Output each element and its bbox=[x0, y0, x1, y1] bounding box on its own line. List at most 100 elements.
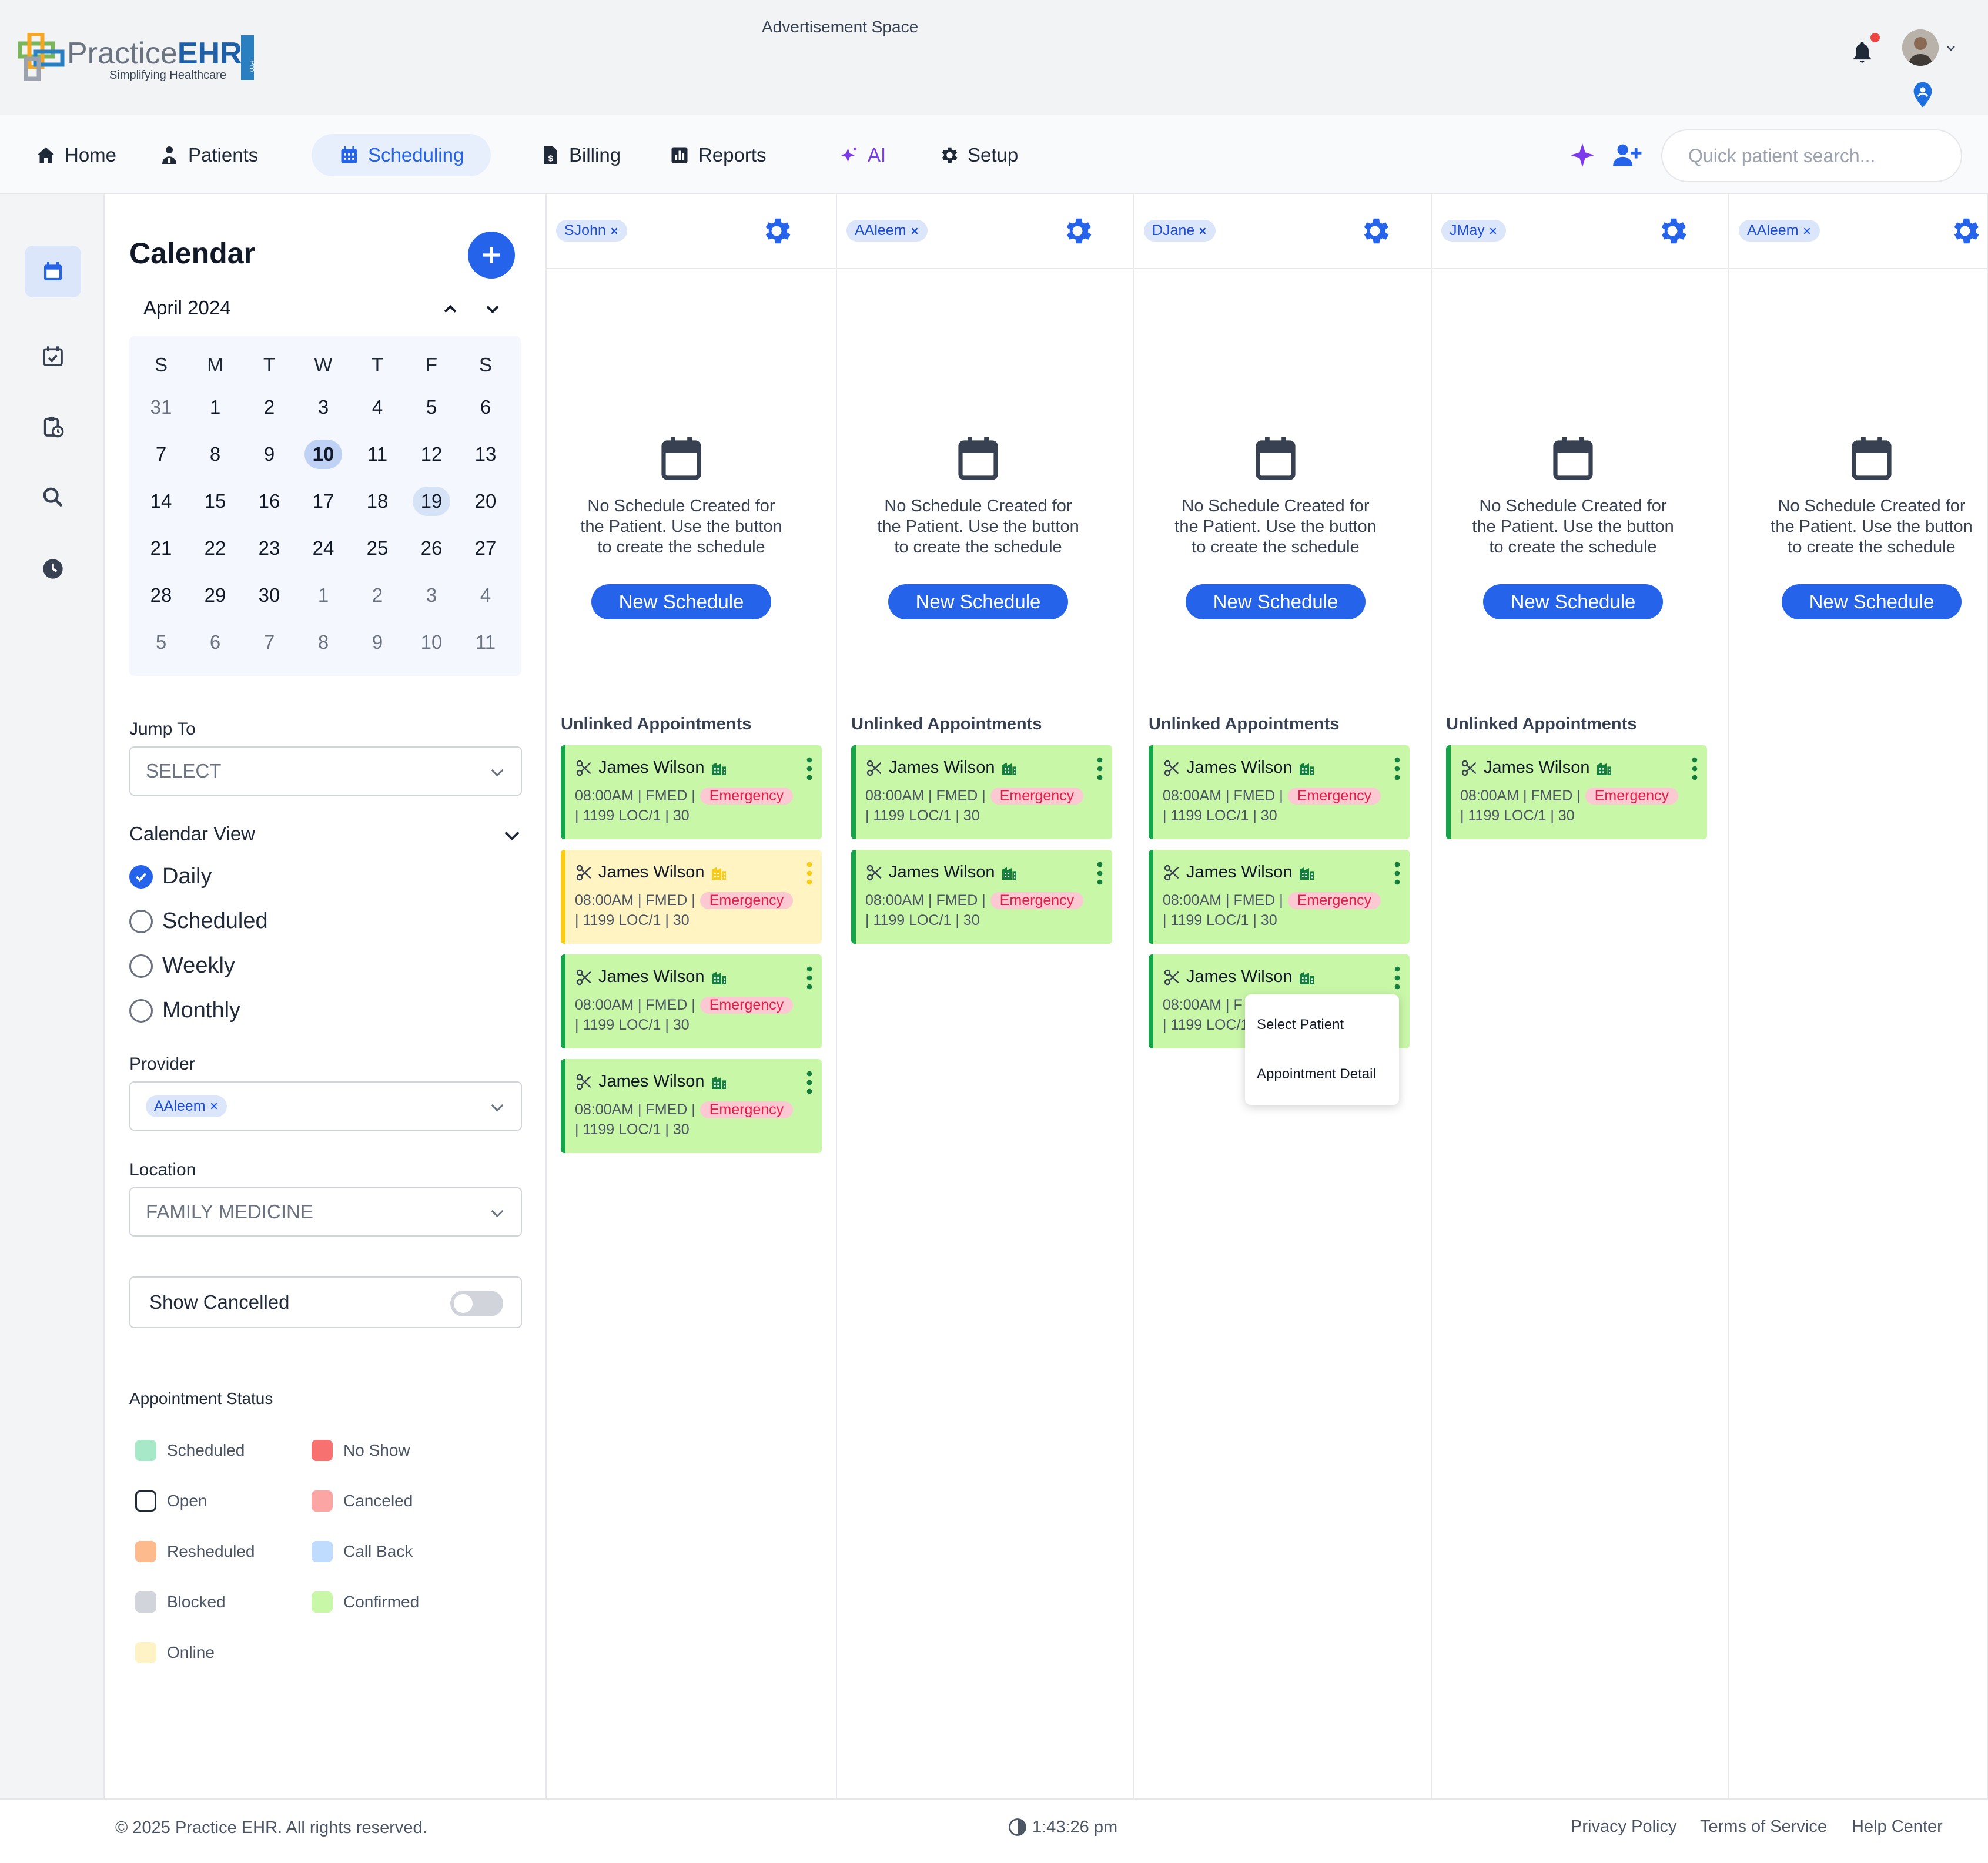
more-options-icon[interactable] bbox=[1393, 862, 1401, 885]
provider-chip[interactable]: JMay bbox=[1441, 220, 1506, 242]
calendar-day[interactable]: 13 bbox=[458, 440, 513, 469]
calendar-day[interactable]: 26 bbox=[404, 534, 458, 563]
calendar-day[interactable]: 9 bbox=[350, 628, 404, 657]
calendar-day[interactable]: 11 bbox=[458, 628, 513, 657]
calendar-day[interactable]: 5 bbox=[134, 628, 188, 657]
location-pin-icon[interactable] bbox=[1910, 81, 1935, 109]
appointment-card[interactable]: James Wilson 08:00AM | FMED | Emergency | 1… bbox=[1149, 850, 1410, 944]
terms-of-service-link[interactable]: Terms of Service bbox=[1700, 1817, 1827, 1837]
privacy-policy-link[interactable]: Privacy Policy bbox=[1571, 1817, 1677, 1837]
chevron-down-icon[interactable] bbox=[482, 299, 503, 320]
show-cancelled-toggle[interactable] bbox=[450, 1291, 503, 1316]
close-icon[interactable] bbox=[1488, 226, 1498, 236]
quick-patient-search[interactable] bbox=[1661, 129, 1962, 182]
calendar-day[interactable]: 4 bbox=[350, 393, 404, 422]
close-icon[interactable] bbox=[910, 226, 919, 236]
calendar-day[interactable]: 19 bbox=[413, 487, 450, 516]
chevron-down-icon[interactable] bbox=[1942, 41, 1960, 55]
calendar-day[interactable]: 4 bbox=[458, 581, 513, 610]
close-icon[interactable] bbox=[209, 1101, 219, 1111]
menu-appointment-detail[interactable]: Appointment Detail bbox=[1257, 1066, 1376, 1083]
appointment-card[interactable]: James Wilson 08:00AM | FMED | Emergency | 1… bbox=[1446, 745, 1707, 839]
gear-icon[interactable] bbox=[1655, 214, 1689, 248]
provider-chip[interactable]: AAleem bbox=[846, 220, 928, 242]
appointment-card[interactable]: James Wilson 08:00AM | FMED | Emergency | 1… bbox=[851, 850, 1112, 944]
new-schedule-button[interactable]: New Schedule bbox=[591, 584, 771, 619]
calendar-day[interactable]: 14 bbox=[134, 487, 188, 516]
new-schedule-button[interactable]: New Schedule bbox=[1782, 584, 1962, 619]
calendar-day[interactable]: 8 bbox=[296, 628, 350, 657]
appointment-card[interactable]: James Wilson 08:00AM | FMED | Emergency | 1… bbox=[561, 1059, 822, 1153]
menu-select-patient[interactable]: Select Patient bbox=[1257, 1017, 1344, 1033]
provider-chip[interactable]: AAleem bbox=[1739, 220, 1820, 242]
calendar-day[interactable]: 28 bbox=[134, 581, 188, 610]
nav-scheduling[interactable]: Scheduling bbox=[312, 134, 491, 176]
calendar-day[interactable]: 18 bbox=[350, 487, 404, 516]
gear-icon[interactable] bbox=[1060, 214, 1095, 248]
calendar-day[interactable]: 7 bbox=[134, 440, 188, 469]
close-icon[interactable] bbox=[1198, 226, 1207, 236]
location-select[interactable]: FAMILY MEDICINE bbox=[129, 1187, 522, 1237]
calendar-day[interactable]: 3 bbox=[404, 581, 458, 610]
calendar-day[interactable]: 6 bbox=[458, 393, 513, 422]
practice-ehr-logo[interactable]: PracticeEHR Pro Simplifying Healthcare bbox=[18, 32, 259, 82]
more-options-icon[interactable] bbox=[1691, 757, 1699, 780]
calendar-day[interactable]: 27 bbox=[458, 534, 513, 563]
calendar-day[interactable]: 11 bbox=[350, 440, 404, 469]
more-options-icon[interactable] bbox=[805, 862, 814, 885]
more-options-icon[interactable] bbox=[1096, 757, 1104, 780]
close-icon[interactable] bbox=[1802, 226, 1812, 236]
calendar-day[interactable]: 16 bbox=[242, 487, 296, 516]
calendar-day[interactable]: 25 bbox=[350, 534, 404, 563]
nav-setup[interactable]: Setup bbox=[938, 134, 1018, 176]
nav-reports[interactable]: Reports bbox=[669, 134, 767, 176]
appointment-card[interactable]: James Wilson 08:00AM | FMED | Emergency | 1… bbox=[561, 745, 822, 839]
add-patient-icon[interactable] bbox=[1612, 142, 1642, 168]
gear-icon[interactable] bbox=[1948, 214, 1982, 248]
gear-icon[interactable] bbox=[1358, 214, 1392, 248]
chevron-down-icon[interactable] bbox=[501, 824, 523, 846]
new-schedule-button[interactable]: New Schedule bbox=[888, 584, 1068, 619]
appointment-card[interactable]: James Wilson 08:00AM | FMED | Emergency | 1… bbox=[561, 954, 822, 1048]
calendar-day[interactable]: 21 bbox=[134, 534, 188, 563]
appointment-card[interactable]: James Wilson 08:00AM | FMED | Emergency | 1… bbox=[561, 850, 822, 944]
more-options-icon[interactable] bbox=[1393, 757, 1401, 780]
calendar-day[interactable]: 22 bbox=[188, 534, 242, 563]
appointment-card[interactable]: James Wilson 08:00AM | FMED | Emergency | 1… bbox=[1149, 745, 1410, 839]
calendar-day[interactable]: 2 bbox=[242, 393, 296, 422]
rail-search-button[interactable] bbox=[25, 471, 81, 523]
more-options-icon[interactable] bbox=[1393, 966, 1401, 990]
nav-patients[interactable]: Patients bbox=[159, 134, 258, 176]
calendar-day[interactable]: 7 bbox=[242, 628, 296, 657]
calendar-day[interactable]: 17 bbox=[296, 487, 350, 516]
more-options-icon[interactable] bbox=[805, 757, 814, 780]
more-options-icon[interactable] bbox=[805, 1071, 814, 1094]
rail-history-button[interactable] bbox=[25, 543, 81, 595]
calendar-day[interactable]: 24 bbox=[296, 534, 350, 563]
new-schedule-button[interactable]: New Schedule bbox=[1483, 584, 1663, 619]
calendar-day[interactable]: 5 bbox=[404, 393, 458, 422]
notification-bell-icon[interactable] bbox=[1850, 40, 1874, 66]
provider-chip[interactable]: SJohn bbox=[556, 220, 627, 242]
more-options-icon[interactable] bbox=[1096, 862, 1104, 885]
new-schedule-button[interactable]: New Schedule bbox=[1186, 584, 1366, 619]
appointment-card[interactable]: James Wilson 08:00AM | FMED | Emergency | 1… bbox=[851, 745, 1112, 839]
search-input[interactable] bbox=[1687, 144, 1936, 167]
calendar-day[interactable]: 12 bbox=[404, 440, 458, 469]
calendar-day[interactable]: 10 bbox=[404, 628, 458, 657]
calendar-day[interactable]: 29 bbox=[188, 581, 242, 610]
calendar-day[interactable]: 30 bbox=[242, 581, 296, 610]
more-options-icon[interactable] bbox=[805, 966, 814, 990]
calendar-day[interactable]: 1 bbox=[188, 393, 242, 422]
calendar-day[interactable]: 6 bbox=[188, 628, 242, 657]
provider-chip[interactable]: AAleem bbox=[146, 1095, 227, 1117]
close-icon[interactable] bbox=[610, 226, 619, 236]
chevron-up-icon[interactable] bbox=[440, 299, 461, 320]
ai-assistant-icon[interactable] bbox=[1569, 142, 1595, 168]
view-weekly-radio[interactable]: Weekly bbox=[129, 953, 235, 979]
view-scheduled-radio[interactable]: Scheduled bbox=[129, 909, 268, 934]
add-appointment-button[interactable] bbox=[468, 232, 515, 279]
nav-ai[interactable]: AI bbox=[838, 134, 886, 176]
view-monthly-radio[interactable]: Monthly bbox=[129, 998, 240, 1023]
calendar-day[interactable]: 1 bbox=[296, 581, 350, 610]
